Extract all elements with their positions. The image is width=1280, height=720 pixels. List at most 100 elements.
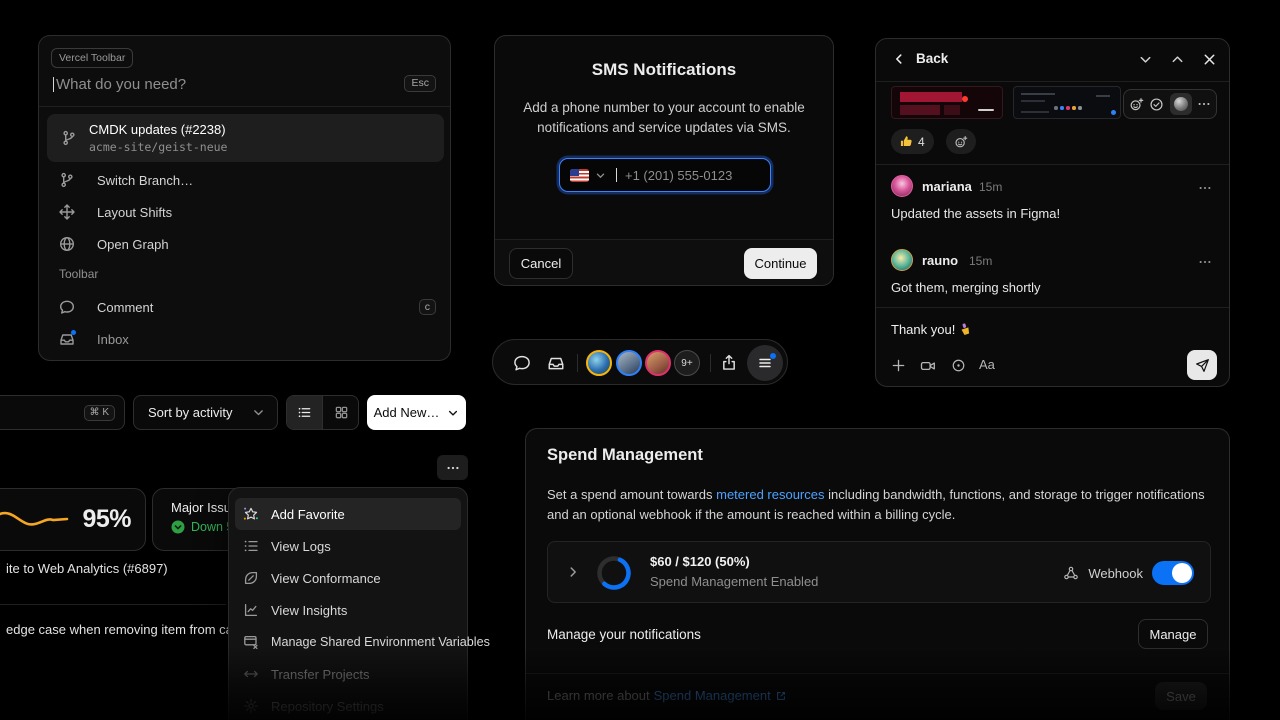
add-new-button[interactable]: Add New… bbox=[367, 395, 466, 430]
list-view-button[interactable] bbox=[287, 396, 323, 429]
menu-item-transfer-projects[interactable]: Transfer Projects bbox=[229, 658, 467, 690]
palette-result-layout-shifts[interactable]: Layout Shifts bbox=[59, 196, 436, 228]
move-icon bbox=[59, 204, 75, 220]
palette-result-cmdk-updates[interactable]: CMDK updates (#2238) acme-site/geist-neu… bbox=[47, 114, 444, 162]
result-subtitle: acme-site/geist-neue bbox=[89, 140, 227, 154]
sphere-icon[interactable] bbox=[1170, 93, 1192, 115]
project-more-button[interactable] bbox=[437, 455, 468, 480]
result-label: Layout Shifts bbox=[97, 205, 172, 220]
spend-usage: $60 / $120 (50%) bbox=[650, 554, 750, 569]
us-flag-icon bbox=[570, 169, 589, 182]
palette-result-open-graph[interactable]: Open Graph bbox=[59, 228, 436, 260]
resolve-check-icon[interactable] bbox=[1149, 97, 1164, 112]
palette-item-inbox[interactable]: Inbox bbox=[59, 323, 436, 355]
menu-item-label: Repository Settings bbox=[271, 699, 384, 714]
webhook-toggle[interactable] bbox=[1152, 561, 1194, 585]
search-shortcut-key: ⌘ K bbox=[84, 405, 115, 421]
avatar[interactable] bbox=[645, 350, 671, 376]
spend-management-link[interactable]: Spend Management bbox=[654, 688, 771, 703]
panel-title: Spend Management bbox=[547, 446, 703, 465]
esc-key[interactable]: Esc bbox=[404, 75, 436, 92]
menu-item-manage-env-vars[interactable]: Manage Shared Environment Variables bbox=[229, 626, 467, 658]
manage-button[interactable]: Manage bbox=[1138, 619, 1208, 649]
collapse-down-icon[interactable] bbox=[1138, 52, 1153, 67]
comment-more-icon[interactable] bbox=[1198, 181, 1212, 195]
menu-item-view-insights[interactable]: View Insights bbox=[229, 594, 467, 626]
modal-title: SMS Notifications bbox=[495, 60, 833, 80]
grid-view-button[interactable] bbox=[323, 396, 359, 429]
text-caret bbox=[53, 77, 54, 92]
inbox-icon[interactable] bbox=[547, 354, 565, 372]
save-button[interactable]: Save bbox=[1155, 682, 1207, 710]
metered-resources-link[interactable]: metered resources bbox=[716, 487, 824, 502]
more-icon[interactable] bbox=[1197, 97, 1211, 111]
attach-plus-icon[interactable] bbox=[891, 358, 906, 373]
video-icon[interactable] bbox=[920, 358, 936, 374]
attachment-thumbnail-dashboard[interactable] bbox=[1013, 86, 1121, 119]
divider bbox=[876, 307, 1229, 308]
comment-time: 15m bbox=[969, 254, 992, 268]
continue-button[interactable]: Continue bbox=[744, 248, 817, 279]
back-label: Back bbox=[916, 51, 948, 66]
toggle-knob bbox=[1172, 563, 1192, 583]
close-icon[interactable] bbox=[1202, 52, 1217, 67]
text-format-button[interactable]: Aa bbox=[979, 357, 995, 372]
insights-icon bbox=[243, 602, 259, 618]
sort-select[interactable]: Sort by activity bbox=[133, 395, 278, 430]
sms-notifications-modal: SMS Notifications Add a phone number to … bbox=[494, 35, 834, 286]
inbox-icon bbox=[59, 331, 75, 347]
menu-item-label: View Insights bbox=[271, 603, 347, 618]
comments-panel: Back bbox=[875, 38, 1230, 387]
thumbs-up-emoji bbox=[900, 135, 913, 148]
menu-item-label: Manage Shared Environment Variables bbox=[271, 635, 490, 649]
menu-item-view-conformance[interactable]: View Conformance bbox=[229, 562, 467, 594]
uptime-value: 95% bbox=[82, 505, 131, 534]
avatar[interactable] bbox=[616, 350, 642, 376]
comment-author[interactable]: rauno bbox=[922, 253, 958, 268]
menu-item-view-logs[interactable]: View Logs bbox=[229, 530, 467, 562]
palette-result-switch-branch[interactable]: Switch Branch… bbox=[59, 164, 436, 196]
palette-item-comment[interactable]: Comment c bbox=[59, 291, 436, 323]
add-reaction-pill[interactable] bbox=[946, 129, 976, 154]
reaction-count: 4 bbox=[918, 135, 925, 149]
menu-item-repository-settings[interactable]: Repository Settings bbox=[229, 690, 467, 720]
result-title: CMDK updates (#2238) bbox=[89, 122, 226, 137]
add-new-label: Add New… bbox=[374, 405, 440, 420]
comment-shortcut-key: c bbox=[419, 299, 436, 316]
item-label: Inbox bbox=[97, 332, 129, 347]
screen-capture-icon[interactable] bbox=[951, 358, 966, 373]
add-reaction-icon[interactable] bbox=[1129, 97, 1144, 112]
toolbar-badge: Vercel Toolbar bbox=[51, 48, 133, 68]
comment-text: Updated the assets in Figma! bbox=[891, 206, 1060, 221]
result-label: Open Graph bbox=[97, 237, 169, 252]
avatar[interactable] bbox=[891, 175, 913, 197]
menu-item-add-favorite[interactable]: Add Favorite bbox=[235, 498, 461, 530]
cancel-button[interactable]: Cancel bbox=[509, 248, 573, 279]
webhook-icon bbox=[1063, 565, 1079, 581]
avatar[interactable] bbox=[586, 350, 612, 376]
overflow-avatars-badge[interactable]: 9+ bbox=[674, 350, 700, 376]
chevron-down-icon bbox=[447, 407, 459, 419]
attachment-thumbnail-design[interactable] bbox=[891, 86, 1003, 119]
search-input[interactable]: ⌘ K bbox=[0, 395, 125, 430]
toolbar-menu-button[interactable] bbox=[747, 345, 783, 381]
comment-more-icon[interactable] bbox=[1198, 255, 1212, 269]
send-button[interactable] bbox=[1187, 350, 1217, 380]
collapse-up-icon[interactable] bbox=[1170, 52, 1185, 67]
phone-input[interactable]: +1 (201) 555-0123 bbox=[559, 158, 771, 192]
composer-input[interactable]: Thank you! bbox=[891, 322, 972, 337]
command-input[interactable]: What do you need? bbox=[53, 74, 186, 94]
git-branch-icon bbox=[59, 172, 75, 188]
uptime-card[interactable]: 95% bbox=[0, 488, 146, 551]
comment-icon[interactable] bbox=[513, 354, 531, 372]
composer-draft: Thank you! bbox=[891, 322, 955, 337]
nail-polish-emoji bbox=[959, 323, 972, 336]
chevron-right-icon[interactable] bbox=[566, 565, 580, 579]
chevron-down-icon[interactable] bbox=[595, 170, 606, 181]
back-button[interactable]: Back bbox=[892, 51, 948, 66]
spend-summary-card[interactable]: $60 / $120 (50%) Spend Management Enable… bbox=[547, 541, 1211, 603]
avatar[interactable] bbox=[891, 249, 913, 271]
thumbs-up-reaction-pill[interactable]: 4 bbox=[891, 129, 934, 154]
share-icon[interactable] bbox=[720, 354, 738, 372]
comment-author[interactable]: mariana bbox=[922, 179, 972, 194]
